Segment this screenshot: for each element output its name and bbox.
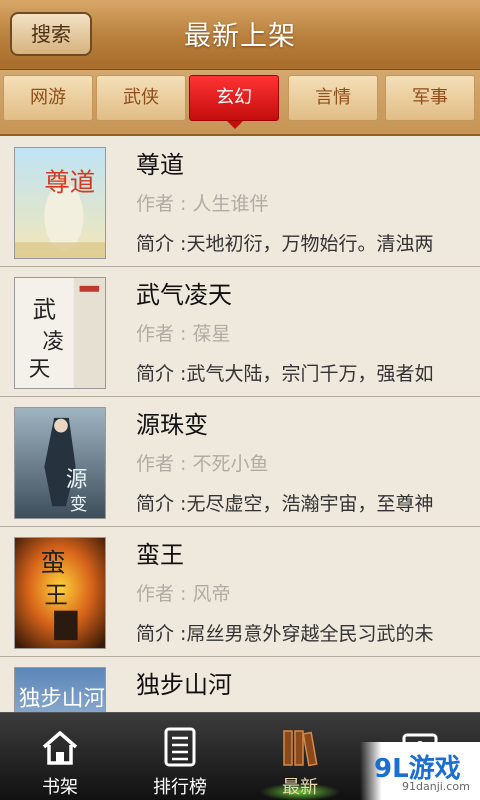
book-author: 作者 : 人生谁伴 [136, 193, 269, 215]
book-cover-image[interactable]: 独步山河 [14, 667, 106, 712]
book-list: 尊道 尊道 作者 : 人生谁伴 简介 :天地初衍，万物始行。清浊两 武 凌 天 … [0, 137, 480, 712]
book-cover-image[interactable]: 蛮 王 [14, 537, 106, 649]
book-title: 独步山河 [136, 671, 232, 699]
watermark: 9L游戏 91danji.com [360, 742, 480, 800]
nav-label: 最新 [282, 777, 318, 798]
svg-text:源: 源 [66, 468, 88, 493]
svg-text:变: 变 [70, 494, 88, 515]
nav-label: 书架 [42, 777, 78, 798]
book-title: 尊道 [136, 151, 184, 179]
book-author: 作者 : 不死小鱼 [136, 453, 269, 475]
book-row[interactable]: 武 凌 天 武气凌天 作者 : 葆星 简介 :武气大陆，宗门千万，强者如 [0, 267, 480, 397]
book-title: 武气凌天 [136, 281, 232, 309]
book-summary: 简介 :武气大陆，宗门千万，强者如 [136, 363, 434, 385]
svg-text:凌: 凌 [42, 330, 64, 355]
home-icon [38, 725, 82, 769]
book-title: 源珠变 [136, 411, 208, 439]
ranking-list-icon [158, 725, 202, 769]
tab-online-game[interactable]: 网游 [3, 75, 93, 121]
nav-latest[interactable]: 最新 [240, 713, 360, 800]
tab-martial-arts[interactable]: 武侠 [96, 75, 186, 121]
book-row[interactable]: 源 变 源珠变 作者 : 不死小鱼 简介 :无尽虚空，浩瀚宇宙，至尊神 [0, 397, 480, 527]
tab-fantasy[interactable]: 玄幻 [189, 75, 279, 129]
book-cover-image[interactable]: 源 变 [14, 407, 106, 519]
svg-text:独步山河: 独步山河 [19, 686, 105, 711]
svg-text:天: 天 [29, 357, 51, 382]
book-summary: 简介 :无尽虚空，浩瀚宇宙，至尊神 [136, 493, 434, 515]
top-header: 搜索 最新上架 [0, 0, 480, 70]
category-tabs: 网游 武侠 玄幻 言情 军事 [0, 70, 480, 136]
book-summary: 简介 :屌丝男意外穿越全民习武的未 [136, 623, 434, 645]
svg-text:王: 王 [44, 581, 67, 609]
nav-ranking[interactable]: 排行榜 [120, 713, 240, 800]
book-summary: 简介 :天地初衍，万物始行。清浊两 [136, 233, 434, 255]
book-row[interactable]: 尊道 尊道 作者 : 人生谁伴 简介 :天地初衍，万物始行。清浊两 [0, 137, 480, 267]
book-row[interactable]: 蛮 王 蛮王 作者 : 风帝 简介 :屌丝男意外穿越全民习武的未 [0, 527, 480, 657]
book-cover-image[interactable]: 武 凌 天 [14, 277, 106, 389]
svg-text:武: 武 [33, 295, 56, 323]
book-author: 作者 : 风帝 [136, 583, 231, 605]
tab-romance[interactable]: 言情 [288, 75, 378, 121]
book-cover-image[interactable]: 尊道 [14, 147, 106, 259]
watermark-site: 91danji.com [402, 780, 470, 793]
book-row[interactable]: 独步山河 独步山河 [0, 657, 480, 712]
book-author: 作者 : 葆星 [136, 323, 231, 345]
svg-text:蛮: 蛮 [40, 548, 65, 578]
nav-label: 排行榜 [153, 777, 207, 798]
nav-bookshelf[interactable]: 书架 [0, 713, 120, 800]
page-title: 最新上架 [184, 21, 296, 52]
books-icon [278, 725, 322, 769]
cover-title-text: 尊道 [44, 168, 95, 198]
tab-military[interactable]: 军事 [385, 75, 475, 121]
book-title: 蛮王 [136, 541, 184, 569]
